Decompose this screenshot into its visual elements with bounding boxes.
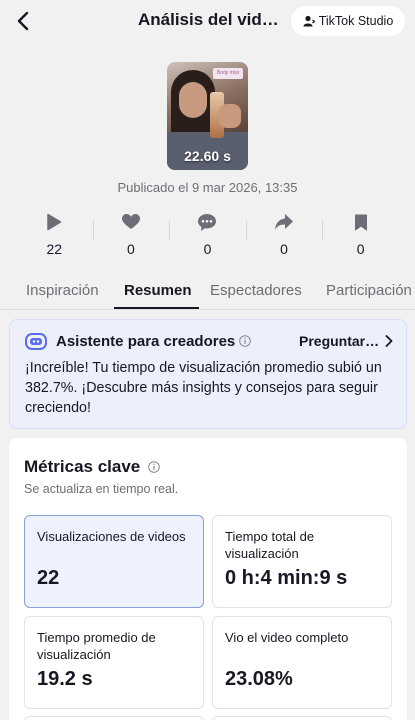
- tab-participacion[interactable]: Participación: [326, 282, 412, 299]
- metric-video-views[interactable]: Visualizaciones de videos 22: [24, 515, 204, 608]
- tab-espectadores[interactable]: Espectadores: [210, 282, 302, 299]
- stat-value: 22: [46, 241, 63, 257]
- stat-views: 22: [16, 208, 93, 264]
- tab-resumen[interactable]: Resumen: [124, 282, 192, 299]
- chevron-right-icon: [385, 335, 393, 347]
- thumbnail-sticker: Body mist: [213, 68, 243, 79]
- stat-comments: 0: [169, 208, 246, 264]
- metric-box-partial[interactable]: [24, 716, 204, 720]
- bookmark-icon: [350, 211, 372, 233]
- metrics-title: Métricas clave: [24, 457, 141, 476]
- assistant-title: Asistente para creadores: [56, 333, 236, 350]
- metric-box-partial[interactable]: [212, 716, 392, 720]
- metrics-subtitle: Se actualiza en tiempo real.: [24, 482, 179, 496]
- info-icon[interactable]: [148, 461, 160, 473]
- tiktok-studio-label: TikTok Studio: [318, 14, 394, 28]
- thumbnail-face: [179, 82, 207, 118]
- metric-value: 23.08%: [225, 668, 293, 690]
- stat-likes: 0: [92, 208, 170, 264]
- ask-assistant-label: Preguntar…: [299, 333, 380, 349]
- stat-value: 0: [126, 241, 135, 257]
- stat-value: 0: [203, 241, 212, 257]
- metric-label: Vio el video completo: [225, 630, 349, 645]
- creator-assistant-card[interactable]: Asistente para creadores Preguntar… ¡Inc…: [9, 319, 407, 429]
- metric-value: 19.2 s: [37, 668, 93, 690]
- comment-icon: [196, 211, 218, 233]
- video-duration: 22.60 s: [184, 148, 231, 164]
- metric-total-watch-time[interactable]: Tiempo total de visualización 0 h:4 min:…: [212, 515, 392, 608]
- stat-value: 0: [356, 241, 365, 257]
- assistant-message: ¡Increíble! Tu tiempo de visualización p…: [25, 360, 382, 416]
- metric-value: 0 h:4 min:9 s: [225, 567, 348, 589]
- thumbnail-hand: [219, 104, 241, 128]
- tab-inspiracion[interactable]: Inspiración: [26, 282, 99, 299]
- metric-watched-full-video[interactable]: Vio el video completo 23.08%: [212, 616, 392, 709]
- person-icon: [303, 15, 315, 27]
- stat-value: 0: [280, 241, 288, 257]
- play-icon: [43, 211, 65, 233]
- metric-average-watch-time[interactable]: Tiempo promedio de visualización 19.2 s: [24, 616, 204, 709]
- back-button[interactable]: [10, 8, 36, 34]
- published-date: Publicado el 9 mar 2026, 13:35: [117, 180, 298, 195]
- key-metrics-card: Métricas clave Se actualiza en tiempo re…: [9, 438, 407, 720]
- tiktok-studio-button[interactable]: TikTok Studio: [291, 6, 405, 36]
- metric-label: Tiempo total de visualización: [225, 529, 315, 561]
- metric-label: Visualizaciones de videos: [37, 529, 186, 544]
- stat-shares: 0: [245, 208, 323, 264]
- video-thumbnail[interactable]: Body mist 22.60 s: [167, 62, 248, 170]
- tab-bar: Inspiración Resumen Espectadores Partici…: [0, 272, 415, 310]
- page-title: Análisis del vid…: [138, 10, 279, 29]
- share-icon: [273, 211, 295, 233]
- header: Análisis del vid… TikTok Studio: [0, 0, 415, 44]
- chevron-left-icon: [17, 11, 29, 31]
- heart-icon: [120, 211, 142, 233]
- assistant-icon: [25, 333, 47, 350]
- ask-assistant-link[interactable]: Preguntar…: [299, 333, 393, 349]
- metric-value: 22: [37, 567, 60, 589]
- stat-saves: 0: [322, 208, 399, 264]
- stats-row: 22 0 0 0 0: [16, 208, 399, 264]
- metric-label: Tiempo promedio de visualización: [37, 630, 156, 662]
- active-tab-indicator: [114, 307, 199, 309]
- info-icon[interactable]: [239, 335, 251, 347]
